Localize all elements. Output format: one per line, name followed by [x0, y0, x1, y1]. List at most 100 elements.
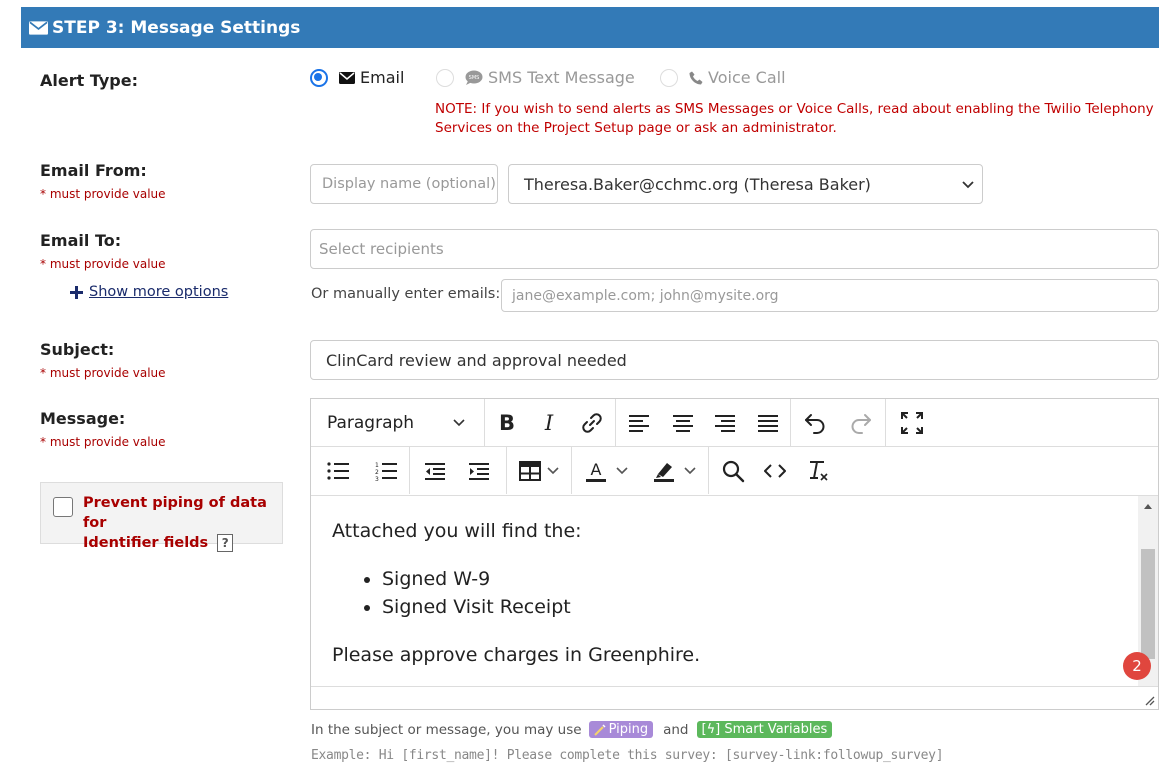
envelope-icon	[29, 20, 48, 35]
subject-input[interactable]: ClinCard review and approval needed	[310, 340, 1159, 380]
undo-button[interactable]	[791, 399, 839, 446]
email-radio[interactable]	[310, 68, 328, 87]
manual-emails-input[interactable]: jane@example.com; john@mysite.org	[501, 279, 1159, 312]
chevron-down-icon	[684, 466, 696, 474]
prevent-piping-box: Prevent piping of data for Identifier fi…	[40, 482, 283, 552]
align-left-icon	[629, 414, 649, 432]
message-label: Message:	[40, 409, 126, 428]
block-format-value: Paragraph	[327, 412, 415, 433]
align-justify-icon	[758, 414, 778, 432]
scroll-up-arrow-icon[interactable]	[1143, 503, 1153, 510]
message-required: * must provide value	[40, 435, 166, 449]
bold-icon: B	[498, 410, 515, 435]
block-format-dropdown[interactable]: Paragraph	[311, 399, 484, 446]
indent-icon	[469, 462, 489, 480]
align-left-button[interactable]	[616, 399, 662, 446]
search-icon	[722, 460, 745, 482]
resize-handle-icon[interactable]	[1145, 696, 1155, 706]
help-and-text: and	[663, 721, 689, 738]
bold-button[interactable]: B	[485, 399, 529, 446]
link-icon	[582, 412, 602, 433]
indent-button[interactable]	[460, 447, 498, 494]
editor-toolbar-row-2: 1 2 3 A	[311, 447, 843, 494]
telephony-note: NOTE: If you wish to send alerts as SMS …	[435, 100, 1154, 138]
find-button[interactable]	[709, 447, 757, 494]
table-icon	[519, 460, 541, 481]
piping-button-label: Piping	[608, 722, 649, 737]
link-button[interactable]	[569, 399, 615, 446]
undo-icon	[805, 413, 825, 434]
sender-select[interactable]: Theresa.Baker@cchmc.org (Theresa Baker)	[508, 164, 983, 204]
notification-badge[interactable]: 2	[1123, 652, 1151, 680]
source-code-button[interactable]	[757, 447, 793, 494]
recipients-select[interactable]: Select recipients	[310, 229, 1159, 269]
svg-text:1: 1	[375, 462, 379, 469]
scrollbar-thumb[interactable]	[1141, 549, 1155, 659]
redo-icon	[851, 413, 871, 434]
subject-required: * must provide value	[40, 366, 166, 380]
align-center-button[interactable]	[662, 399, 704, 446]
show-more-options-text: Show more options	[89, 284, 229, 300]
text-color-button[interactable]: A	[572, 447, 640, 494]
numbered-list-button[interactable]: 1 2 3	[365, 447, 407, 494]
chevron-down-icon	[547, 466, 559, 474]
piping-help-text: In the subject or message, you may use P…	[311, 721, 833, 738]
bullet-list-icon	[327, 461, 349, 480]
chevron-down-icon	[962, 181, 974, 189]
svg-text:A: A	[591, 460, 602, 479]
alert-type-label: Alert Type:	[40, 71, 138, 90]
piping-button[interactable]: Piping	[588, 721, 654, 738]
smart-variables-button[interactable]: [ϟ] Smart Variables	[696, 721, 833, 738]
fullscreen-button[interactable]	[886, 399, 938, 446]
show-more-options-link[interactable]: Show more options	[70, 284, 228, 300]
align-right-icon	[715, 414, 735, 432]
sender-select-value: Theresa.Baker@cchmc.org (Theresa Baker)	[524, 174, 871, 194]
editor-toolbar-row-1: Paragraph B I	[311, 399, 938, 446]
email-to-required: * must provide value	[40, 257, 166, 271]
list-item: Signed Visit Receipt	[382, 593, 700, 621]
table-button[interactable]	[507, 447, 571, 494]
section-header: STEP 3: Message Settings	[21, 7, 1159, 48]
italic-button[interactable]: I	[529, 399, 569, 446]
bullet-list-button[interactable]	[311, 447, 365, 494]
alert-type-voice-option[interactable]: Voice Call	[660, 68, 786, 87]
align-right-button[interactable]	[704, 399, 746, 446]
highlight-color-button[interactable]	[640, 447, 708, 494]
piping-example: Example: Hi [first_name]! Please complet…	[311, 748, 944, 763]
email-from-label: Email From:	[40, 161, 147, 180]
alert-type-sms-option[interactable]: SMS SMS Text Message	[436, 68, 635, 87]
section-title: STEP 3: Message Settings	[52, 17, 301, 38]
message-bullet-list: Signed W-9 Signed Visit Receipt	[332, 565, 700, 621]
outdent-button[interactable]	[410, 447, 460, 494]
help-icon[interactable]: ?	[217, 534, 234, 552]
email-option-label: Email	[360, 68, 405, 87]
prevent-piping-checkbox[interactable]	[53, 497, 73, 517]
svg-text:3: 3	[375, 476, 379, 481]
prevent-piping-label[interactable]: Prevent piping of data for Identifier fi…	[83, 493, 282, 553]
code-icon	[764, 463, 786, 478]
clear-formatting-button[interactable]	[793, 447, 843, 494]
telephony-note-line1: NOTE: If you wish to send alerts as SMS …	[435, 101, 1154, 117]
clear-formatting-icon	[810, 460, 828, 481]
display-name-placeholder: Display name (optional)	[322, 176, 496, 192]
plus-icon	[70, 285, 83, 299]
outdent-icon	[425, 462, 445, 480]
list-item: Signed W-9	[382, 565, 700, 593]
prevent-piping-line1: Prevent piping of data for	[83, 495, 267, 531]
recipients-placeholder: Select recipients	[319, 240, 444, 258]
align-justify-button[interactable]	[746, 399, 790, 446]
voice-radio[interactable]	[660, 68, 678, 87]
sms-option-label: SMS Text Message	[488, 68, 635, 87]
subject-value: ClinCard review and approval needed	[326, 350, 627, 370]
email-to-label: Email To:	[40, 231, 122, 250]
display-name-input[interactable]: Display name (optional)	[310, 164, 498, 204]
wand-icon	[593, 723, 606, 736]
editor-content[interactable]: Attached you will find the: Signed W-9 S…	[332, 517, 700, 669]
sms-radio[interactable]	[436, 68, 454, 87]
fullscreen-icon	[901, 411, 923, 434]
voice-option-label: Voice Call	[708, 68, 786, 87]
highlighter-icon	[654, 462, 674, 482]
alert-type-email-option[interactable]: Email	[310, 68, 404, 87]
redo-button[interactable]	[839, 399, 883, 446]
manual-emails-placeholder: jane@example.com; john@mysite.org	[512, 287, 779, 304]
